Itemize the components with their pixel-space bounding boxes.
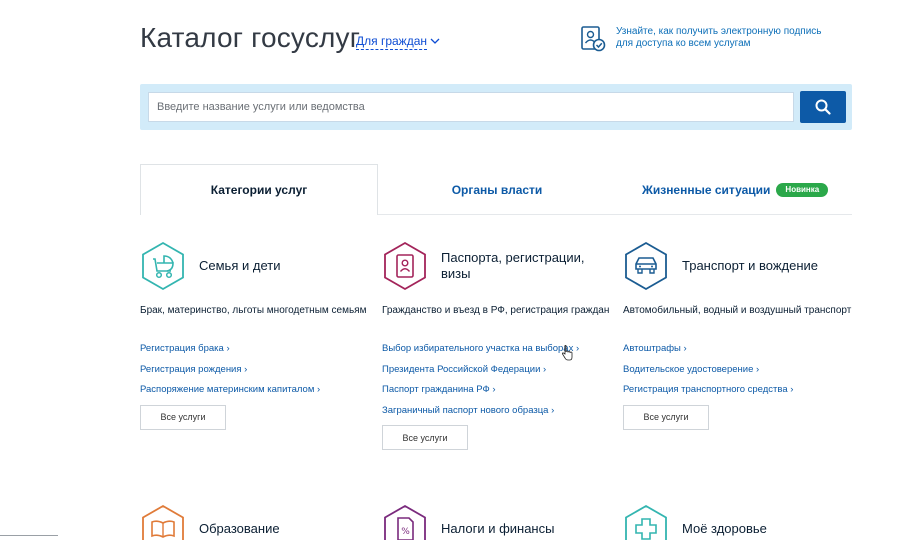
link-driver-license[interactable]: Водительское удостоверение › bbox=[623, 364, 853, 376]
category-description: Гражданство и въезд в РФ, регистрация гр… bbox=[382, 305, 610, 316]
category-title[interactable]: Образование bbox=[199, 521, 280, 537]
divider bbox=[0, 535, 58, 536]
category-description: Автомобильный, водный и воздушный трансп… bbox=[623, 305, 852, 316]
all-services-button[interactable]: Все услуги bbox=[623, 404, 709, 430]
link-foreign-passport[interactable]: Заграничный паспорт нового образца › bbox=[382, 405, 612, 417]
link-marriage-registration[interactable]: Регистрация брака › bbox=[140, 343, 370, 355]
search-bar bbox=[140, 84, 852, 130]
category-transport: Транспорт и вождение Автомобильный, водн… bbox=[623, 241, 853, 430]
link-polling-station[interactable]: Выбор избирательного участка на выборах … bbox=[382, 343, 612, 355]
category-title[interactable]: Семья и дети bbox=[199, 258, 280, 274]
all-services-button[interactable]: Все услуги bbox=[382, 425, 468, 450]
category-health: Моё здоровье bbox=[623, 504, 853, 540]
e-signature-promo[interactable]: Узнайте, как получить электронную подпис… bbox=[580, 26, 840, 52]
mouse-pointer-icon bbox=[561, 345, 573, 361]
svg-text:%: % bbox=[401, 527, 410, 537]
link-president-election[interactable]: Президента Российской Федерации › bbox=[382, 364, 612, 376]
car-icon[interactable] bbox=[623, 241, 669, 291]
audience-selector[interactable]: Для граждан bbox=[356, 34, 440, 50]
link-maternity-capital[interactable]: Распоряжение материнским капиталом › bbox=[140, 384, 370, 396]
page-title: Каталог госуслуг bbox=[140, 22, 361, 53]
tab-categories[interactable]: Категории услуг bbox=[140, 164, 378, 215]
category-title[interactable]: Паспорта, регистрации, визы bbox=[441, 250, 612, 282]
tab-life-situations-label: Жизненные ситуации bbox=[642, 182, 771, 197]
all-services-button[interactable]: Все услуги bbox=[140, 404, 226, 430]
search-icon bbox=[815, 99, 831, 115]
medical-cross-icon[interactable] bbox=[623, 504, 669, 540]
tax-document-icon[interactable]: % bbox=[382, 504, 428, 540]
catalog-tabs: Категории услуг Органы власти Жизненные … bbox=[140, 164, 852, 215]
tab-authorities[interactable]: Органы власти bbox=[378, 164, 616, 215]
category-title[interactable]: Моё здоровье bbox=[682, 521, 767, 537]
category-education: Образование bbox=[140, 504, 370, 540]
search-input[interactable] bbox=[148, 92, 794, 122]
tab-life-situations[interactable]: Жизненные ситуации Новинка bbox=[616, 164, 852, 215]
promo-text: Узнайте, как получить электронную подпис… bbox=[616, 26, 822, 49]
signature-certificate-icon bbox=[581, 26, 606, 52]
passport-icon[interactable] bbox=[382, 241, 428, 291]
chevron-down-icon bbox=[430, 38, 440, 44]
new-badge: Новинка bbox=[776, 182, 829, 197]
category-title[interactable]: Транспорт и вождение bbox=[682, 258, 818, 274]
link-birth-registration[interactable]: Регистрация рождения › bbox=[140, 364, 370, 376]
stroller-icon[interactable] bbox=[140, 241, 186, 291]
search-button[interactable] bbox=[800, 91, 846, 123]
category-taxes: % Налоги и финансы bbox=[382, 504, 612, 540]
link-rf-passport[interactable]: Паспорт гражданина РФ › bbox=[382, 384, 612, 396]
category-description: Брак, материнство, льготы многодетным се… bbox=[140, 305, 367, 316]
category-family: Семья и дети Брак, материнство, льготы м… bbox=[140, 241, 370, 430]
category-title[interactable]: Налоги и финансы bbox=[441, 521, 554, 537]
audience-label: Для граждан bbox=[356, 34, 428, 48]
category-passports: Паспорта, регистрации, визы Гражданство … bbox=[382, 241, 612, 450]
book-icon[interactable] bbox=[140, 504, 186, 540]
link-vehicle-registration[interactable]: Регистрация транспортного средства › bbox=[623, 384, 853, 396]
link-traffic-fines[interactable]: Автоштрафы › bbox=[623, 343, 853, 355]
